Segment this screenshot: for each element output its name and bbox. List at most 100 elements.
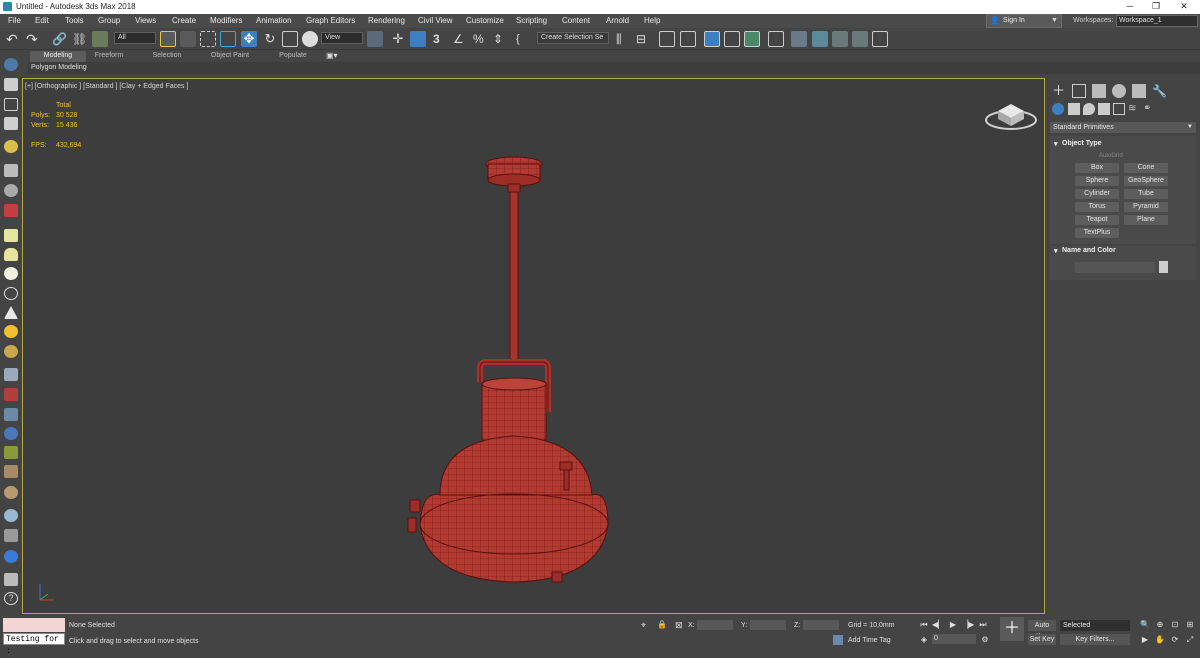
orbit-icon[interactable]: ⟳ <box>1169 634 1181 645</box>
spinner-snap-icon[interactable]: ⇕ <box>493 31 509 47</box>
cameras-category-icon[interactable] <box>1098 103 1110 115</box>
menu-content[interactable]: Content <box>562 16 590 25</box>
select-by-name-icon[interactable] <box>180 31 196 47</box>
morph-tool-icon[interactable] <box>4 486 18 499</box>
link-icon[interactable]: 🔗 <box>52 31 68 47</box>
undo-icon[interactable]: ↶ <box>6 31 22 47</box>
keyboard-shortcut-override-icon[interactable] <box>410 31 426 47</box>
align-icon[interactable]: ⊟ <box>636 31 652 47</box>
selection-lock-icon[interactable]: 🔒 <box>657 620 667 629</box>
sphere-button[interactable]: Sphere <box>1075 176 1119 186</box>
tab-selection[interactable]: Selection <box>144 51 190 62</box>
curve-editor-icon[interactable] <box>724 31 740 47</box>
absolute-mode-icon[interactable]: ⊠ <box>675 620 683 631</box>
object-color-swatch[interactable] <box>1159 261 1168 273</box>
maxscript-listener-output[interactable] <box>3 618 65 632</box>
textplus-button[interactable]: TextPlus <box>1075 228 1119 238</box>
torus-button[interactable]: Torus <box>1075 202 1119 212</box>
go-to-end-icon[interactable]: ⏭ <box>977 619 989 630</box>
sphere-filter-icon[interactable] <box>4 267 18 280</box>
percent-snap-icon[interactable]: % <box>473 31 489 47</box>
next-frame-icon[interactable]: ▕▶ <box>962 619 974 630</box>
name-color-title[interactable]: Name and Color <box>1062 247 1116 254</box>
zoom-all-icon[interactable]: ⊕ <box>1154 619 1166 630</box>
teapot-button[interactable]: Teapot <box>1075 215 1119 225</box>
display-list-icon[interactable] <box>4 117 18 130</box>
utilities-tab-icon[interactable]: 🔧 <box>1152 84 1167 98</box>
cylinder-button[interactable]: Cylinder <box>1075 189 1119 199</box>
render-filter-icon[interactable] <box>4 550 18 563</box>
ribbon-toggle-icon[interactable] <box>704 31 720 47</box>
geosphere-button[interactable]: GeoSphere <box>1124 176 1168 186</box>
workspace-dropdown[interactable]: Workspace_1 <box>1116 15 1198 27</box>
globe-tool-icon[interactable] <box>4 427 18 440</box>
render-in-cloud-icon[interactable] <box>872 31 888 47</box>
material-editor-icon[interactable] <box>768 31 784 47</box>
rollout-toggle-icon[interactable]: ▾ <box>1054 247 1058 255</box>
menu-graph-editors[interactable]: Graph Editors <box>306 16 355 25</box>
sign-in-button[interactable]: 👤 Sign In ▼ <box>986 14 1062 28</box>
polygon-modeling-label[interactable]: Polygon Modeling <box>31 64 87 71</box>
menu-civil-view[interactable]: Civil View <box>418 16 453 25</box>
time-tag-icon[interactable] <box>833 635 843 645</box>
menu-create[interactable]: Create <box>172 16 196 25</box>
sun-filter-icon[interactable] <box>4 325 18 338</box>
maximize-viewport-icon[interactable]: ⤢ <box>1184 634 1196 645</box>
particle-filter-icon[interactable] <box>4 345 18 358</box>
placement-icon[interactable] <box>302 31 318 47</box>
redo-icon[interactable]: ↷ <box>26 31 42 47</box>
measure-tool-icon[interactable] <box>4 408 18 421</box>
viewport-layout-icon[interactable] <box>4 58 18 71</box>
zoom-extents-all-icon[interactable]: ⊞ <box>1184 619 1196 630</box>
x-coord-field[interactable] <box>697 620 733 630</box>
set-key-plus-icon[interactable]: ＋ <box>1000 617 1024 641</box>
menu-help[interactable]: Help <box>644 16 660 25</box>
unlink-icon[interactable]: ⛓ <box>72 31 88 47</box>
helper-filter-icon[interactable] <box>4 184 18 197</box>
scene-list-icon[interactable] <box>4 98 18 111</box>
close-button[interactable]: ✕ <box>1172 0 1196 14</box>
layer-tool-icon[interactable] <box>4 529 18 542</box>
schematic-view-icon[interactable] <box>744 31 760 47</box>
modify-tab-icon[interactable] <box>1072 84 1086 98</box>
edit-named-selection-icon[interactable]: { <box>516 31 532 47</box>
menu-modifiers[interactable]: Modifiers <box>210 16 242 25</box>
add-time-tag-button[interactable]: Add Time Tag <box>848 637 891 644</box>
viewcube-icon[interactable] <box>982 96 1040 134</box>
autogrid-checkbox[interactable]: AutoGrid <box>1099 153 1123 159</box>
key-filters-button[interactable]: Key Filters... <box>1060 634 1130 645</box>
geometry-category-icon[interactable] <box>1052 103 1064 115</box>
reference-coordinate-dropdown[interactable]: View <box>321 32 363 44</box>
cone-button[interactable]: Cone <box>1124 163 1168 173</box>
grid-tool-icon[interactable] <box>4 368 18 381</box>
light-filter-icon[interactable] <box>4 140 18 153</box>
menu-edit[interactable]: Edit <box>35 16 49 25</box>
helpers-category-icon[interactable] <box>1113 103 1125 115</box>
display-tab-icon[interactable] <box>1132 84 1146 98</box>
select-manipulate-icon[interactable]: ✛ <box>390 31 406 47</box>
plane-button[interactable]: Plane <box>1124 215 1168 225</box>
rectangular-region-icon[interactable] <box>200 31 216 47</box>
rollout-toggle-icon[interactable]: ▾ <box>1054 140 1058 148</box>
key-mode-dropdown[interactable]: Selected <box>1060 620 1130 631</box>
window-crossing-icon[interactable] <box>220 31 236 47</box>
menu-group[interactable]: Group <box>98 16 120 25</box>
tab-modeling[interactable]: Modeling <box>30 51 86 62</box>
ribbon-options-icon[interactable]: ▣▾ <box>326 51 338 60</box>
maxscript-listener-input[interactable]: Testing for : <box>3 633 65 656</box>
viewport-label[interactable]: [+] [Orthographic ] [Standard ] [Clay + … <box>25 83 188 90</box>
motion-tab-icon[interactable] <box>1112 84 1126 98</box>
angle-snap-icon[interactable]: ∠ <box>453 31 469 47</box>
tab-object-paint[interactable]: Object Paint <box>204 51 256 62</box>
help-icon[interactable]: ? <box>4 592 18 605</box>
space-warps-category-icon[interactable]: ≋ <box>1128 103 1140 115</box>
menu-tools[interactable]: Tools <box>65 16 84 25</box>
shapes-category-icon[interactable] <box>1068 103 1080 115</box>
y-coord-field[interactable] <box>750 620 786 630</box>
container-explorer-icon[interactable] <box>4 78 18 91</box>
menu-animation[interactable]: Animation <box>256 16 292 25</box>
field-of-view-icon[interactable]: ▶ <box>1139 634 1151 645</box>
maximize-button[interactable]: ❐ <box>1144 0 1168 14</box>
menu-customize[interactable]: Customize <box>466 16 504 25</box>
hierarchy-tab-icon[interactable] <box>1092 84 1106 98</box>
